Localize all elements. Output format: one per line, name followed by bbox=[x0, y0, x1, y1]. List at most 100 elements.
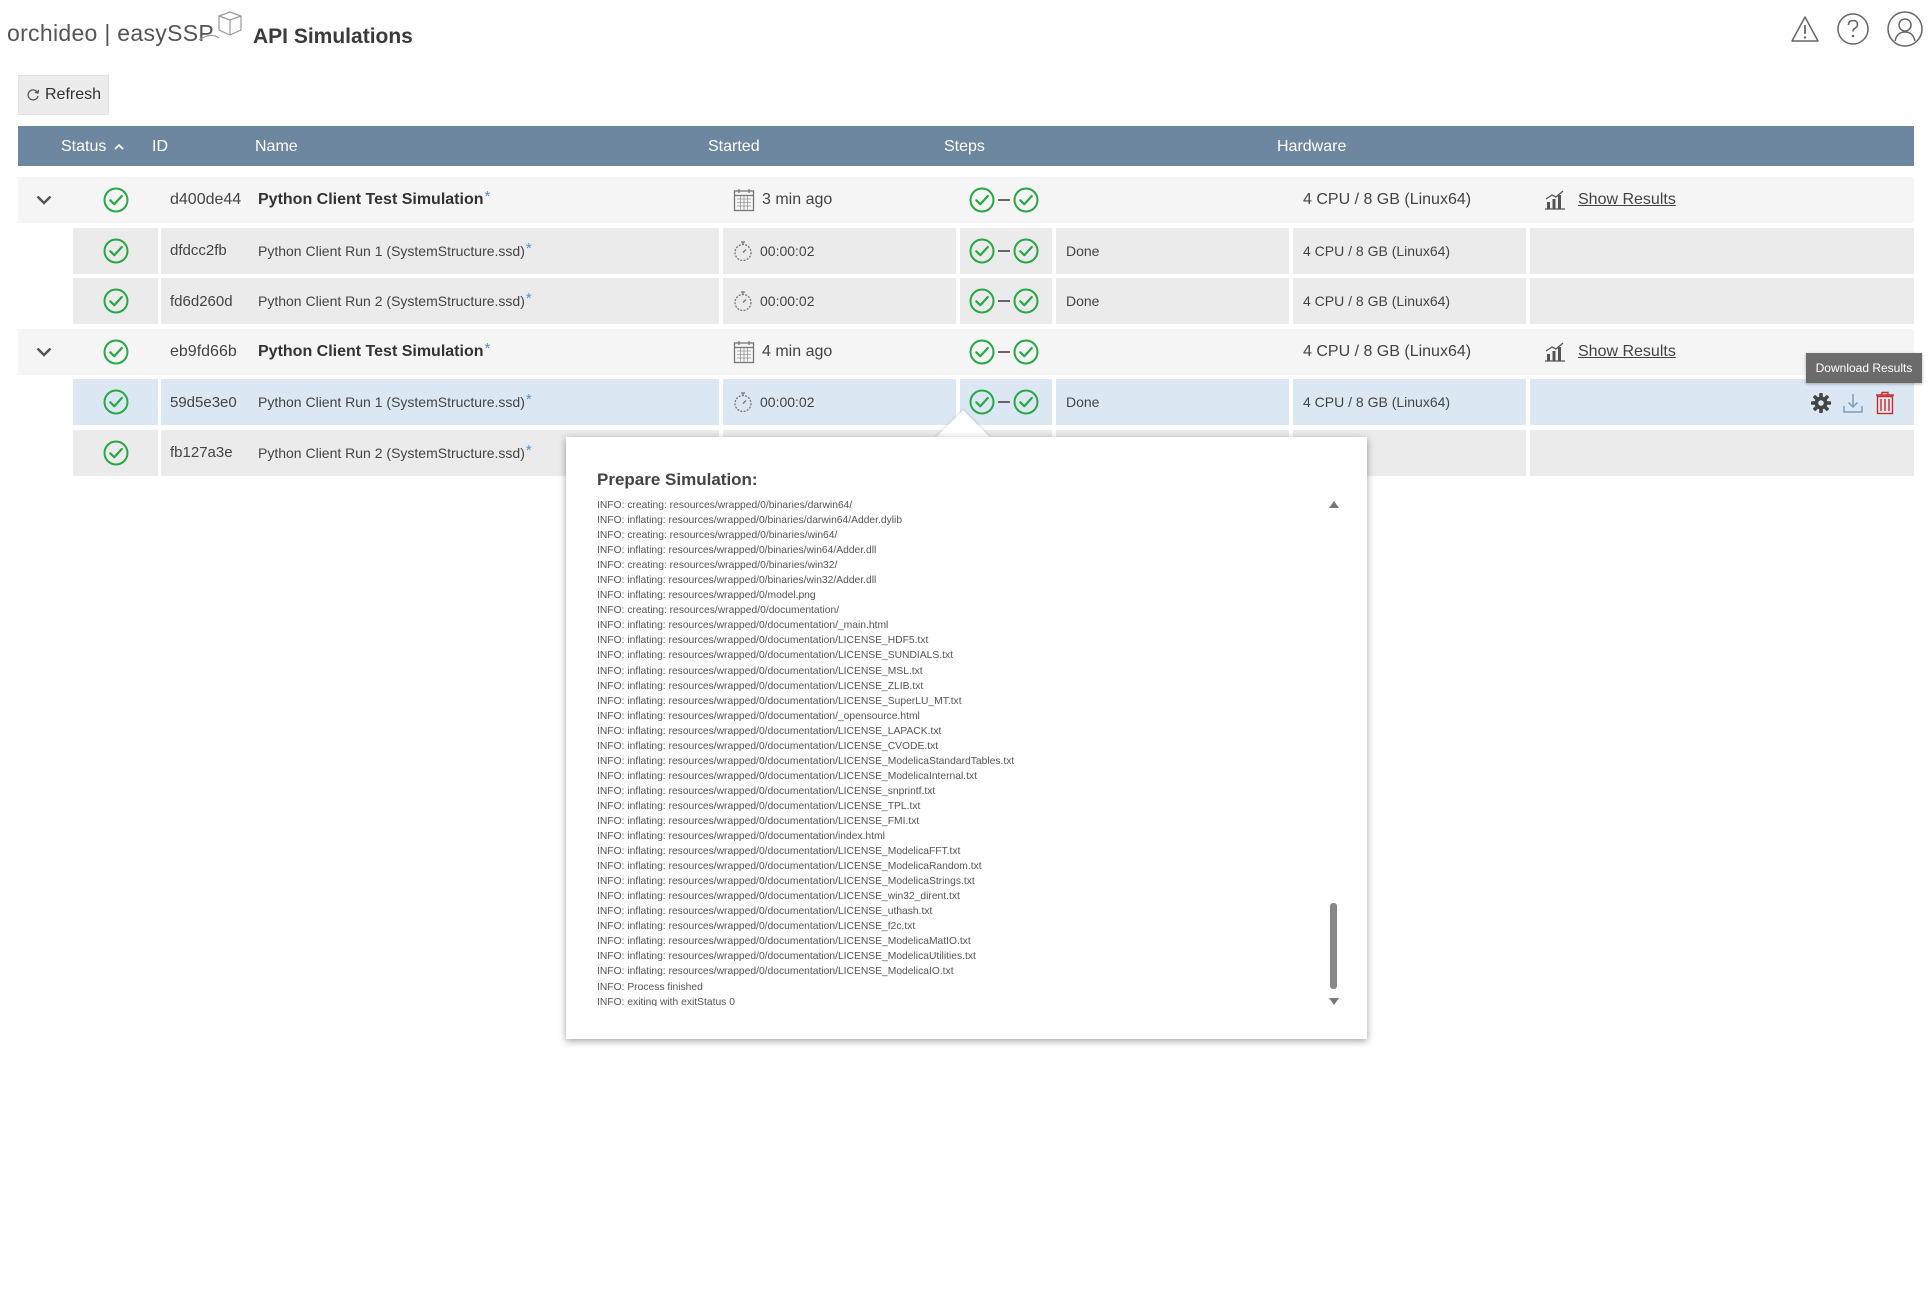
steps-cell[interactable] bbox=[960, 177, 1052, 223]
step-2-done-icon bbox=[1013, 288, 1039, 314]
steps-cell[interactable] bbox=[960, 329, 1052, 375]
chart-icon bbox=[1545, 342, 1565, 362]
log-line: INFO: inflating: resources/wrapped/0/doc… bbox=[597, 861, 982, 873]
expand-toggle[interactable] bbox=[18, 329, 70, 375]
step-connector bbox=[998, 249, 1010, 252]
step-status-cell: Done bbox=[1056, 227, 1289, 274]
refresh-icon bbox=[27, 89, 40, 101]
help-icon[interactable] bbox=[1836, 12, 1870, 46]
refresh-button[interactable]: Refresh bbox=[18, 75, 109, 115]
actions-cell bbox=[1530, 379, 1914, 425]
log-line: INFO: creating: resources/wrapped/0/bina… bbox=[597, 530, 838, 542]
step-1-done-icon bbox=[969, 339, 995, 364]
log-line: INFO: inflating: resources/wrapped/0/doc… bbox=[597, 710, 920, 722]
log-line: INFO: inflating: resources/wrapped/0/doc… bbox=[597, 951, 976, 963]
stopwatch-icon bbox=[734, 291, 752, 312]
status-success-icon bbox=[103, 440, 128, 465]
log-line: INFO: inflating: resources/wrapped/0/doc… bbox=[597, 785, 936, 797]
name-cell: Python Client Test Simulation * bbox=[246, 177, 719, 223]
name-text: Python Client Run 2 (SystemStructure.ssd… bbox=[258, 444, 525, 461]
sort-ascending-icon bbox=[114, 143, 124, 150]
column-header-hardware[interactable]: Hardware bbox=[1277, 126, 1346, 166]
run-row[interactable]: fd6d260d Python Client Run 2 (SystemStruc… bbox=[18, 278, 1914, 324]
warning-icon[interactable] bbox=[1790, 14, 1820, 44]
column-header-status[interactable]: Status bbox=[61, 126, 124, 166]
scroll-up-icon[interactable] bbox=[1329, 501, 1339, 508]
column-header-id[interactable]: ID bbox=[152, 126, 168, 166]
table-header: Status ID Name Started Steps Hardware bbox=[18, 126, 1914, 166]
log-line: INFO: inflating: resources/wrapped/0/doc… bbox=[597, 725, 942, 737]
calendar-icon bbox=[733, 189, 755, 212]
started-cell: 00:00:02 bbox=[723, 227, 956, 274]
show-results-link[interactable]: Show Results bbox=[1578, 343, 1676, 361]
hardware-cell: 4 CPU / 8 GB (Linux64) bbox=[1303, 191, 1472, 208]
simulation-row[interactable]: d400de44 Python Client Test Simulation * 3 … bbox=[18, 177, 1914, 223]
scroll-down-icon[interactable] bbox=[1329, 998, 1339, 1005]
log-output: INFO: creating: resources/wrapped/0/bina… bbox=[597, 498, 1317, 1006]
user-icon[interactable] bbox=[1886, 10, 1924, 48]
column-header-steps[interactable]: Steps bbox=[944, 126, 985, 166]
cube-icon bbox=[198, 11, 242, 41]
download-icon[interactable] bbox=[1841, 391, 1865, 415]
log-line: INFO: inflating: resources/wrapped/0/doc… bbox=[597, 815, 920, 827]
log-line: INFO: creating: resources/wrapped/0/bina… bbox=[597, 560, 838, 572]
modified-asterisk: * bbox=[525, 239, 532, 257]
started-cell: 3 min ago bbox=[723, 177, 956, 223]
log-line: INFO: inflating: resources/wrapped/0/doc… bbox=[597, 891, 960, 903]
log-line: INFO: inflating: resources/wrapped/0/bin… bbox=[597, 575, 877, 587]
step-connector bbox=[998, 350, 1010, 353]
step-2-done-icon bbox=[1013, 238, 1039, 263]
status-cell bbox=[73, 379, 158, 425]
status-success-icon bbox=[103, 288, 128, 314]
step-connector bbox=[998, 401, 1010, 403]
hardware-cell: 4 CPU / 8 GB (Linux64) bbox=[1293, 278, 1526, 324]
log-line: INFO: inflating: resources/wrapped/0/doc… bbox=[597, 921, 916, 933]
step-connector bbox=[998, 300, 1010, 302]
step-status-cell: Done bbox=[1056, 278, 1289, 324]
log-line: INFO: inflating: resources/wrapped/0/doc… bbox=[597, 620, 889, 632]
started-text: 3 min ago bbox=[762, 191, 833, 208]
log-line: INFO: inflating: resources/wrapped/0/bin… bbox=[597, 515, 903, 527]
log-line: INFO: inflating: resources/wrapped/0/doc… bbox=[597, 906, 933, 918]
actions-cell bbox=[1530, 227, 1914, 274]
log-line: INFO: inflating: resources/wrapped/0/doc… bbox=[597, 755, 1015, 767]
log-line: INFO: inflating: resources/wrapped/0/bin… bbox=[597, 545, 877, 557]
scrollbar-thumb[interactable] bbox=[1330, 903, 1337, 989]
gear-icon[interactable] bbox=[1810, 392, 1832, 414]
expand-toggle[interactable] bbox=[18, 177, 70, 223]
modified-asterisk: * bbox=[525, 290, 532, 307]
trash-icon[interactable] bbox=[1874, 391, 1896, 415]
status-cell bbox=[73, 177, 158, 223]
log-line: INFO: inflating: resources/wrapped/0/doc… bbox=[597, 650, 953, 662]
status-success-icon bbox=[103, 389, 128, 415]
name-text: Python Client Run 1 (SystemStructure.ssd… bbox=[258, 394, 525, 410]
simulation-row[interactable]: eb9fd66b Python Client Test Simulation * 4 … bbox=[18, 328, 1914, 375]
hardware-cell: 4 CPU / 8 GB (Linux64) bbox=[1303, 342, 1472, 360]
stopwatch-icon bbox=[734, 392, 752, 413]
log-scrollbar[interactable] bbox=[1327, 501, 1341, 1005]
log-line: INFO: inflating: resources/wrapped/0/doc… bbox=[597, 680, 924, 692]
calendar-icon bbox=[733, 340, 755, 363]
name-cell: Python Client Run 1 (SystemStructure.ssd… bbox=[246, 227, 719, 274]
log-line: INFO: inflating: resources/wrapped/0/doc… bbox=[597, 740, 939, 752]
popover-arrow bbox=[935, 410, 991, 438]
status-cell bbox=[73, 329, 158, 375]
status-success-icon bbox=[103, 238, 128, 263]
log-line: INFO: inflating: resources/wrapped/0/doc… bbox=[597, 966, 954, 978]
status-cell bbox=[73, 429, 158, 476]
step-2-done-icon bbox=[1013, 187, 1039, 213]
log-line: INFO: inflating: resources/wrapped/0/doc… bbox=[597, 936, 971, 948]
popover-title: Prepare Simulation: bbox=[597, 470, 758, 489]
column-header-started[interactable]: Started bbox=[708, 126, 760, 166]
steps-cell[interactable] bbox=[960, 227, 1052, 274]
step-status-cell: Done bbox=[1056, 379, 1289, 425]
column-header-name[interactable]: Name bbox=[255, 126, 298, 166]
steps-cell[interactable] bbox=[960, 278, 1052, 324]
started-text: 00:00:02 bbox=[760, 293, 815, 309]
download-results-tooltip: Download Results bbox=[1806, 353, 1922, 383]
hardware-cell: 4 CPU / 8 GB (Linux64) bbox=[1293, 227, 1526, 274]
run-row[interactable]: dfdcc2fb Python Client Run 1 (SystemStruc… bbox=[18, 227, 1914, 274]
show-results-link[interactable]: Show Results bbox=[1578, 191, 1676, 209]
step-1-done-icon bbox=[969, 288, 995, 314]
chart-icon bbox=[1545, 190, 1565, 210]
